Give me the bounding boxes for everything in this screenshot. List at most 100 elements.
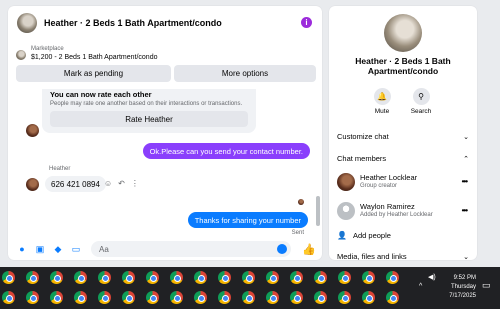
rate-card: You can now rate each other People may r… <box>42 89 256 133</box>
chrome-icon[interactable] <box>26 271 39 284</box>
like-icon[interactable]: 👍 <box>302 243 316 256</box>
chat-title[interactable]: Heather · 2 Beds 1 Bath Apartment/condo <box>44 18 222 28</box>
sticker-icon[interactable]: ◆ <box>53 244 63 254</box>
chat-photo[interactable] <box>384 14 422 52</box>
chrome-icon[interactable] <box>314 291 327 304</box>
chrome-icon[interactable] <box>170 291 183 304</box>
member-avatar[interactable] <box>337 173 355 191</box>
chat-panel: Heather · 2 Beds 1 Bath Apartment/condo … <box>8 6 322 260</box>
member-row[interactable]: Heather Locklear Group creator ••• <box>337 171 471 193</box>
chrome-icon[interactable] <box>50 291 63 304</box>
mute-label: Mute <box>374 108 390 115</box>
chrome-icon[interactable] <box>266 291 279 304</box>
chrome-icon[interactable] <box>98 291 111 304</box>
chrome-icon[interactable] <box>362 271 375 284</box>
search-action[interactable]: ⚲ Search <box>401 88 441 115</box>
member-name: Waylon Ramirez <box>360 202 415 211</box>
rate-button[interactable]: Rate Heather <box>50 111 248 127</box>
more-icon[interactable]: ⋮ <box>131 179 139 188</box>
more-options-button[interactable]: More options <box>174 65 316 82</box>
customize-chat-row[interactable]: Customize chat ⌄ <box>337 132 469 141</box>
day: Thursday <box>450 284 476 290</box>
message-input[interactable]: Aa <box>91 241 291 257</box>
message-incoming[interactable]: 626 421 0894 <box>45 176 106 192</box>
mic-icon[interactable]: ● <box>17 244 27 254</box>
seen-avatar <box>298 199 304 205</box>
chrome-icon[interactable] <box>338 271 351 284</box>
chrome-icon[interactable] <box>2 291 15 304</box>
add-people-label: Add people <box>352 231 391 240</box>
message-outgoing[interactable]: Ok.Please can you send your contact numb… <box>142 143 310 159</box>
media-files-row[interactable]: Media, files and links ⌄ <box>337 252 469 260</box>
member-row[interactable]: Waylon Ramirez Added by Heather Locklear… <box>337 200 471 222</box>
clock[interactable]: 9:52 PM Thursday 7/17/2025 <box>449 274 476 301</box>
chrome-icon[interactable] <box>266 271 279 284</box>
time: 9:52 PM <box>453 275 476 281</box>
chrome-icon[interactable] <box>122 291 135 304</box>
chrome-icon[interactable] <box>362 291 375 304</box>
message-placeholder: Aa <box>99 244 109 254</box>
more-icon[interactable]: ••• <box>462 177 468 186</box>
members-label: Chat members <box>337 154 387 163</box>
chevron-down-icon: ⌄ <box>463 253 469 261</box>
scrollbar[interactable] <box>316 196 320 226</box>
listing-title[interactable]: $1,200 - 2 Beds 1 Bath Apartment/condo <box>31 54 157 61</box>
sent-status: Sent <box>291 230 304 236</box>
chrome-icon[interactable] <box>242 291 255 304</box>
chrome-icon[interactable] <box>386 271 399 284</box>
add-person-icon: 👤 <box>337 231 347 240</box>
chrome-icon[interactable] <box>146 291 159 304</box>
chrome-icon[interactable] <box>194 271 207 284</box>
image-icon[interactable]: ▣ <box>35 244 45 254</box>
mute-action[interactable]: 🔔 Mute <box>362 88 402 115</box>
chrome-icon[interactable] <box>74 271 87 284</box>
customize-label: Customize chat <box>337 132 389 141</box>
chrome-icon[interactable] <box>170 271 183 284</box>
chrome-icon[interactable] <box>50 271 63 284</box>
chrome-icon[interactable] <box>74 291 87 304</box>
chrome-icon[interactable] <box>242 271 255 284</box>
member-role: Group creator <box>360 183 398 189</box>
reply-icon[interactable]: ↶ <box>118 179 125 188</box>
listing-avatar <box>16 50 26 60</box>
composer: ● ▣ ◆ ▭ Aa 👍 <box>8 238 322 260</box>
gif-icon[interactable]: ▭ <box>71 244 81 254</box>
chrome-icon[interactable] <box>146 271 159 284</box>
chrome-icon[interactable] <box>122 271 135 284</box>
more-icon[interactable]: ••• <box>462 206 468 215</box>
search-label: Search <box>410 108 432 115</box>
chrome-icon[interactable] <box>290 291 303 304</box>
rate-title: You can now rate each other <box>50 90 152 99</box>
mark-pending-button[interactable]: Mark as pending <box>16 65 171 82</box>
add-people-button[interactable]: 👤 Add people <box>337 231 391 240</box>
chrome-icon[interactable] <box>338 291 351 304</box>
chrome-icon[interactable] <box>386 291 399 304</box>
chat-avatar[interactable] <box>17 13 37 33</box>
info-chat-name: Heather · 2 Beds 1 Bath Apartment/condo <box>355 56 451 76</box>
chrome-icon[interactable] <box>314 271 327 284</box>
chrome-icon[interactable] <box>290 271 303 284</box>
bell-icon[interactable]: 🔔 <box>373 88 391 105</box>
search-icon[interactable]: ⚲ <box>412 88 430 105</box>
info-icon[interactable]: i <box>301 17 312 28</box>
chat-members-row[interactable]: Chat members ⌃ <box>337 154 469 163</box>
chrome-icon[interactable] <box>98 271 111 284</box>
member-avatar[interactable] <box>337 202 355 220</box>
chrome-icon[interactable] <box>194 291 207 304</box>
chevron-down-icon: ⌄ <box>463 133 469 141</box>
chevron-up-icon[interactable]: ^ <box>419 283 422 290</box>
react-icon[interactable]: ☺ <box>104 179 112 188</box>
chrome-icon[interactable] <box>26 291 39 304</box>
message-list: You can now rate each other People may r… <box>8 89 322 239</box>
notification-icon[interactable]: ▭ <box>482 280 494 292</box>
message-outgoing[interactable]: Thanks for sharing your number <box>187 212 308 228</box>
chat-header: Heather · 2 Beds 1 Bath Apartment/condo … <box>8 6 322 40</box>
chrome-icon[interactable] <box>2 271 15 284</box>
sender-name: Heather <box>49 166 71 172</box>
speaker-icon[interactable]: ◀) <box>428 273 436 281</box>
sender-avatar[interactable] <box>26 178 39 191</box>
chrome-icon[interactable] <box>218 291 231 304</box>
chrome-icon[interactable] <box>218 271 231 284</box>
emoji-icon[interactable] <box>277 244 287 254</box>
sender-avatar[interactable] <box>26 124 39 137</box>
